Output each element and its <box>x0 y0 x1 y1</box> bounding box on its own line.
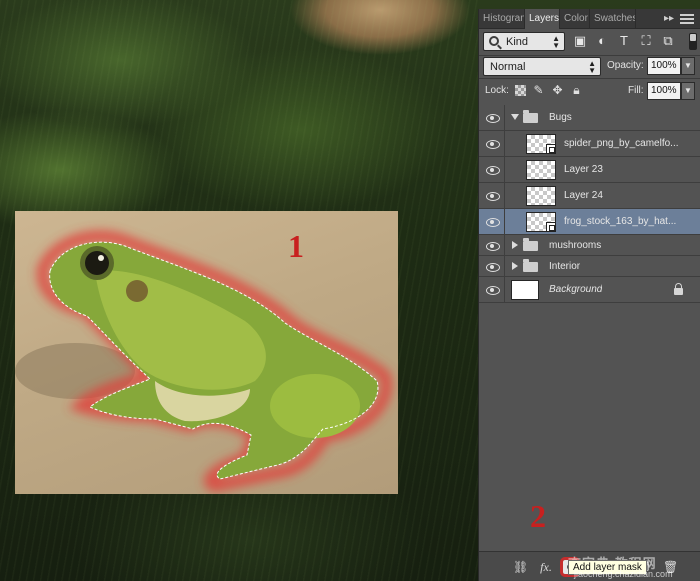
divider <box>479 78 700 79</box>
eye-visibility-icon[interactable] <box>485 137 500 151</box>
layer-thumbnail <box>526 160 556 180</box>
pixel-filter-icon[interactable]: ▣ <box>573 34 587 48</box>
eye-visibility-icon[interactable] <box>485 283 500 297</box>
panel-tab-bar: Histogram Layers Color Swatches ▸▸ <box>479 9 700 29</box>
tab-histogram[interactable]: Histogram <box>479 9 525 29</box>
frog-photo <box>15 211 398 494</box>
smart-object-badge-icon <box>546 144 556 154</box>
layer-row-mushrooms[interactable]: mushrooms <box>479 235 700 256</box>
frog-eardrum <box>126 280 148 302</box>
layer-thumbnail <box>526 186 556 206</box>
fill-label: Fill: <box>628 85 644 96</box>
annotation-step-1: 1 <box>288 228 304 264</box>
layer-row-interior[interactable]: Interior <box>479 256 700 277</box>
expand-arrow-icon[interactable] <box>511 114 519 120</box>
layer-row-layer-24[interactable]: Layer 24 <box>479 183 700 209</box>
blend-mode-value: Normal <box>490 61 526 73</box>
folder-icon <box>523 238 538 251</box>
layer-row-layer-23[interactable]: Layer 23 <box>479 157 700 183</box>
collapse-arrow-icon[interactable] <box>512 262 518 270</box>
eye-visibility-icon[interactable] <box>485 189 500 203</box>
lock-icon <box>674 283 683 295</box>
layer-name: Layer 24 <box>564 190 603 201</box>
frog-eye-highlight <box>98 255 104 261</box>
fx-layer-style-icon[interactable]: fx. <box>539 560 553 574</box>
tab-overflow-icon[interactable]: ▸▸ <box>664 9 674 29</box>
layer-name: spider_png_by_camelfo... <box>564 138 679 149</box>
layer-thumbnail <box>526 212 556 232</box>
filter-kind-label: Kind <box>506 36 529 48</box>
updown-caret-icon: ▲ ▼ <box>552 34 560 50</box>
shape-filter-icon[interactable]: ⛶ <box>639 34 653 48</box>
eye-visibility-icon[interactable] <box>485 239 500 253</box>
frog-leg <box>270 374 360 438</box>
eye-visibility-icon[interactable] <box>485 215 500 229</box>
layer-name: Background <box>549 284 603 295</box>
eye-visibility-icon[interactable] <box>485 111 500 125</box>
smart-object-badge-icon <box>546 222 556 232</box>
panel-menu-icon[interactable] <box>680 12 694 26</box>
opacity-label: Opacity: <box>607 60 644 71</box>
updown-caret-icon: ▲ ▼ <box>588 59 596 75</box>
layer-name: frog_stock_163_by_hat... <box>564 216 677 227</box>
layer-name: Layer 23 <box>564 164 603 175</box>
frog-eye <box>85 251 109 275</box>
filter-icons: ▣ ◐ T ⛶ ⧉ <box>573 34 675 48</box>
layer-row-background[interactable]: Background <box>479 277 700 303</box>
filter-toggle-switch[interactable] <box>689 33 697 50</box>
annotation-step-2: 2 <box>530 498 546 534</box>
layer-name: mushrooms <box>549 240 602 251</box>
lock-icons: ✎ ✥ 🔒︎ <box>515 84 583 97</box>
tab-layers[interactable]: Layers <box>525 9 560 29</box>
layers-list: Bugs spider_png_by_camelfo... Layer 23 L… <box>479 105 700 303</box>
layer-row-bugs[interactable]: Bugs <box>479 105 700 131</box>
layer-name: Interior <box>549 261 581 272</box>
filter-kind-select[interactable]: Kind ▲ ▼ <box>483 32 565 51</box>
lock-transparency-icon[interactable] <box>515 85 526 96</box>
smart-object-filter-icon[interactable]: ⧉ <box>661 34 675 48</box>
folder-icon <box>523 259 538 272</box>
layer-row-frog[interactable]: frog_stock_163_by_hat... <box>479 209 700 235</box>
eye-visibility-icon[interactable] <box>485 260 500 274</box>
search-icon <box>489 36 499 46</box>
folder-icon <box>523 110 538 123</box>
fill-dropdown-icon[interactable]: ▼ <box>681 82 695 100</box>
blend-mode-select[interactable]: Normal ▲ ▼ <box>483 57 601 76</box>
link-layers-icon[interactable]: ⛓ <box>513 560 528 574</box>
tab-color[interactable]: Color <box>560 9 590 29</box>
lock-position-move-icon[interactable]: ✥ <box>551 84 564 97</box>
layer-thumbnail <box>511 280 539 300</box>
layer-row-spider[interactable]: spider_png_by_camelfo... <box>479 131 700 157</box>
fill-input[interactable]: 100% <box>647 82 681 100</box>
watermark-url: jiaocheng.chazidian.com <box>574 569 673 579</box>
lock-fill-row: Lock: ✎ ✥ 🔒︎ Fill: 100% ▼ <box>479 80 700 102</box>
layer-filter-row: Kind ▲ ▼ ▣ ◐ T ⛶ ⧉ <box>479 31 700 55</box>
layer-thumbnail <box>526 134 556 154</box>
collapse-arrow-icon[interactable] <box>512 241 518 249</box>
lock-pixels-brush-icon[interactable]: ✎ <box>532 84 545 97</box>
tab-swatches[interactable]: Swatches <box>590 9 636 29</box>
lock-label: Lock: <box>485 85 509 96</box>
layer-name: Bugs <box>549 112 572 123</box>
layers-panel: Histogram Layers Color Swatches ▸▸ Kind … <box>478 9 700 581</box>
lock-all-icon[interactable]: 🔒︎ <box>570 84 583 97</box>
blend-opacity-row: Normal ▲ ▼ Opacity: 100% ▼ <box>479 56 700 78</box>
eye-visibility-icon[interactable] <box>485 163 500 177</box>
type-filter-icon[interactable]: T <box>617 34 631 48</box>
adjustment-filter-icon[interactable]: ◐ <box>595 34 609 48</box>
opacity-dropdown-icon[interactable]: ▼ <box>681 57 695 75</box>
opacity-input[interactable]: 100% <box>647 57 681 75</box>
frog-illustration <box>15 230 393 493</box>
